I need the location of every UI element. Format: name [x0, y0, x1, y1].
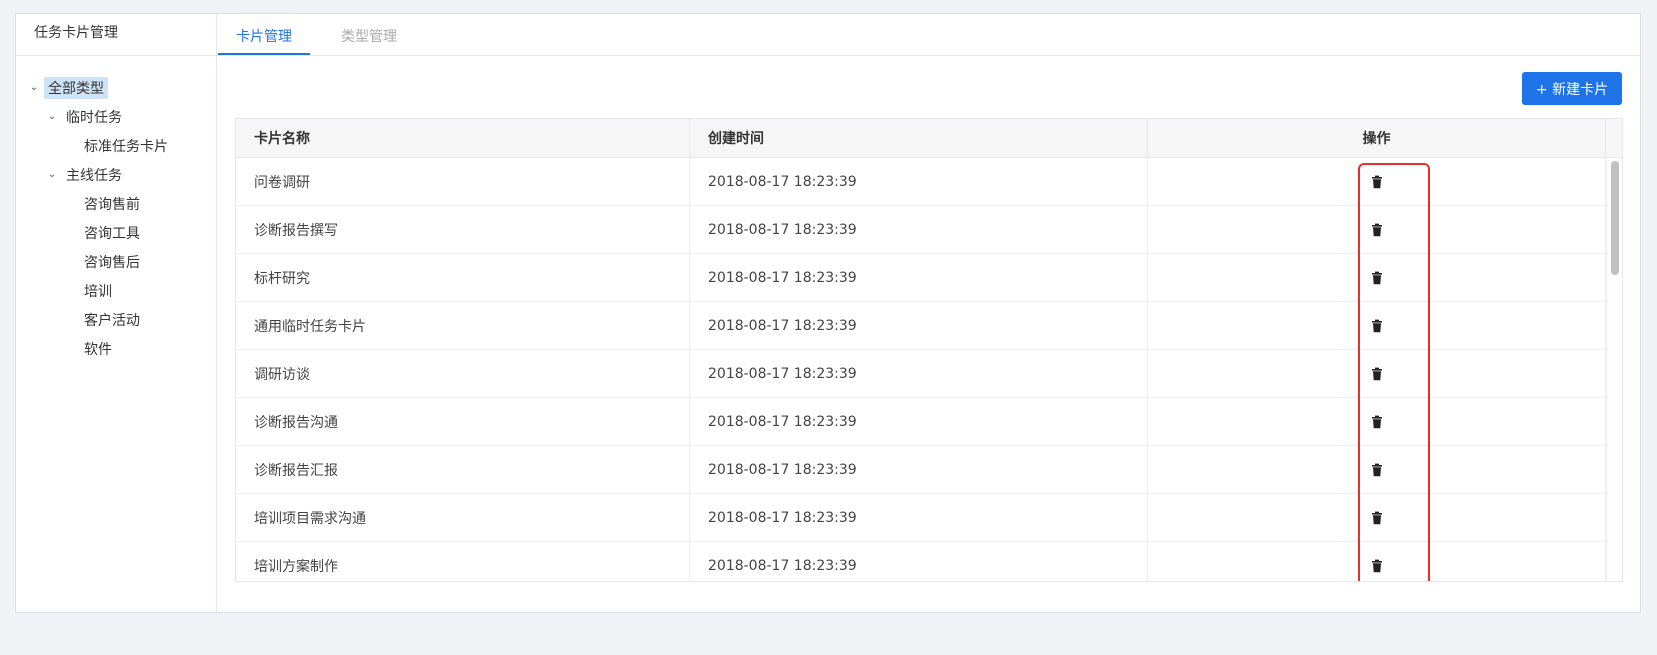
tree-node[interactable]: 咨询售后: [16, 247, 216, 276]
table-row: 调研访谈 2018-08-17 18:23:39: [236, 350, 1622, 398]
action-cell: [1148, 254, 1606, 301]
tree-node-label: 咨询工具: [84, 225, 140, 242]
created-time-cell: 2018-08-17 18:23:39: [690, 494, 1148, 541]
table-body: 问卷调研 2018-08-17 18:23:39 诊断报告撰写 2018-08-17 …: [236, 158, 1622, 581]
action-cell: [1148, 398, 1606, 445]
action-cell: [1148, 494, 1606, 541]
table-header: 卡片名称 创建时间 操作: [236, 119, 1622, 158]
content-area: 卡片管理 类型管理 + 新建卡片 卡片名称 创建时间 操作 问卷调研 2018-08…: [217, 14, 1640, 612]
card-name-cell: 诊断报告汇报: [236, 446, 690, 493]
tab-bar: 卡片管理 类型管理: [217, 14, 1640, 56]
new-card-button[interactable]: + 新建卡片: [1522, 72, 1622, 105]
table-row: 标杆研究 2018-08-17 18:23:39: [236, 254, 1622, 302]
trash-icon[interactable]: [1370, 463, 1384, 477]
tree-node[interactable]: 培训: [16, 276, 216, 305]
created-time-cell: 2018-08-17 18:23:39: [690, 446, 1148, 493]
tree-node[interactable]: 软件: [16, 334, 216, 363]
card-name-cell: 调研访谈: [236, 350, 690, 397]
tree-node-label: 咨询售前: [84, 196, 140, 213]
tree-node-label: 临时任务: [66, 109, 122, 126]
column-header-created[interactable]: 创建时间: [690, 119, 1148, 157]
created-time-cell: 2018-08-17 18:23:39: [690, 302, 1148, 349]
trash-icon[interactable]: [1370, 559, 1384, 573]
card-name-cell: 标杆研究: [236, 254, 690, 301]
card-name-cell: 培训项目需求沟通: [236, 494, 690, 541]
tree-node-label: 标准任务卡片: [84, 138, 168, 155]
action-cell: [1148, 350, 1606, 397]
created-time-cell: 2018-08-17 18:23:39: [690, 398, 1148, 445]
tab-card-management[interactable]: 卡片管理: [218, 15, 310, 55]
tree-node-label: 客户活动: [84, 312, 140, 329]
card-name-cell: 问卷调研: [236, 158, 690, 205]
tree-node-label: 全部类型: [44, 76, 108, 99]
trash-icon[interactable]: [1370, 175, 1384, 189]
tree-node[interactable]: 咨询工具: [16, 218, 216, 247]
action-cell: [1148, 542, 1606, 581]
table-row: 问卷调研 2018-08-17 18:23:39: [236, 158, 1622, 206]
created-time-cell: 2018-08-17 18:23:39: [690, 158, 1148, 205]
chevron-down-icon[interactable]: ⌄: [44, 111, 60, 122]
created-time-cell: 2018-08-17 18:23:39: [690, 350, 1148, 397]
table-row: 诊断报告汇报 2018-08-17 18:23:39: [236, 446, 1622, 494]
card-name-cell: 通用临时任务卡片: [236, 302, 690, 349]
tree-node[interactable]: 咨询售前: [16, 189, 216, 218]
sidebar: 任务卡片管理 ⌄ 全部类型 ⌄ 临时任务 标准任务卡片 ⌄ 主线任务 咨询售前 咨询工具 咨询售后…: [16, 14, 217, 612]
tree-node-label: 培训: [84, 283, 112, 300]
created-time-cell: 2018-08-17 18:23:39: [690, 542, 1148, 581]
column-header-name[interactable]: 卡片名称: [236, 119, 690, 157]
table-row: 诊断报告撰写 2018-08-17 18:23:39: [236, 206, 1622, 254]
chevron-down-icon[interactable]: ⌄: [44, 169, 60, 180]
tree-node[interactable]: 客户活动: [16, 305, 216, 334]
card-name-cell: 诊断报告沟通: [236, 398, 690, 445]
tree-node-label: 软件: [84, 341, 112, 358]
tab-type-management[interactable]: 类型管理: [324, 15, 414, 55]
chevron-down-icon[interactable]: ⌄: [26, 82, 42, 93]
trash-icon[interactable]: [1370, 367, 1384, 381]
tree-node[interactable]: 标准任务卡片: [16, 131, 216, 160]
trash-icon[interactable]: [1370, 271, 1384, 285]
table-scrollbar[interactable]: [1606, 158, 1622, 581]
tree-node[interactable]: ⌄ 临时任务: [16, 102, 216, 131]
action-cell: [1148, 446, 1606, 493]
action-cell: [1148, 206, 1606, 253]
table-row: 诊断报告沟通 2018-08-17 18:23:39: [236, 398, 1622, 446]
column-header-action: 操作: [1148, 119, 1606, 157]
created-time-cell: 2018-08-17 18:23:39: [690, 206, 1148, 253]
scrollbar-thumb[interactable]: [1611, 161, 1619, 275]
tree-node[interactable]: ⌄ 主线任务: [16, 160, 216, 189]
main-panel: 任务卡片管理 ⌄ 全部类型 ⌄ 临时任务 标准任务卡片 ⌄ 主线任务 咨询售前 咨询工具 咨询售后…: [15, 13, 1641, 613]
tree-node[interactable]: ⌄ 全部类型: [16, 73, 216, 102]
card-name-cell: 培训方案制作: [236, 542, 690, 581]
trash-icon[interactable]: [1370, 415, 1384, 429]
trash-icon[interactable]: [1370, 319, 1384, 333]
tree-node-label: 咨询售后: [84, 254, 140, 271]
table-row: 培训项目需求沟通 2018-08-17 18:23:39: [236, 494, 1622, 542]
header-scroll-gutter: [1606, 119, 1622, 157]
tree-node-label: 主线任务: [66, 167, 122, 184]
trash-icon[interactable]: [1370, 511, 1384, 525]
card-name-cell: 诊断报告撰写: [236, 206, 690, 253]
table-row: 通用临时任务卡片 2018-08-17 18:23:39: [236, 302, 1622, 350]
table-row: 培训方案制作 2018-08-17 18:23:39: [236, 542, 1622, 581]
action-cell: [1148, 158, 1606, 205]
card-table: 卡片名称 创建时间 操作 问卷调研 2018-08-17 18:23:39 诊断报告…: [235, 118, 1623, 582]
created-time-cell: 2018-08-17 18:23:39: [690, 254, 1148, 301]
trash-icon[interactable]: [1370, 223, 1384, 237]
action-cell: [1148, 302, 1606, 349]
sidebar-title: 任务卡片管理: [16, 14, 216, 56]
type-tree: ⌄ 全部类型 ⌄ 临时任务 标准任务卡片 ⌄ 主线任务 咨询售前 咨询工具 咨询售后 培训 客户活动软…: [16, 56, 216, 363]
